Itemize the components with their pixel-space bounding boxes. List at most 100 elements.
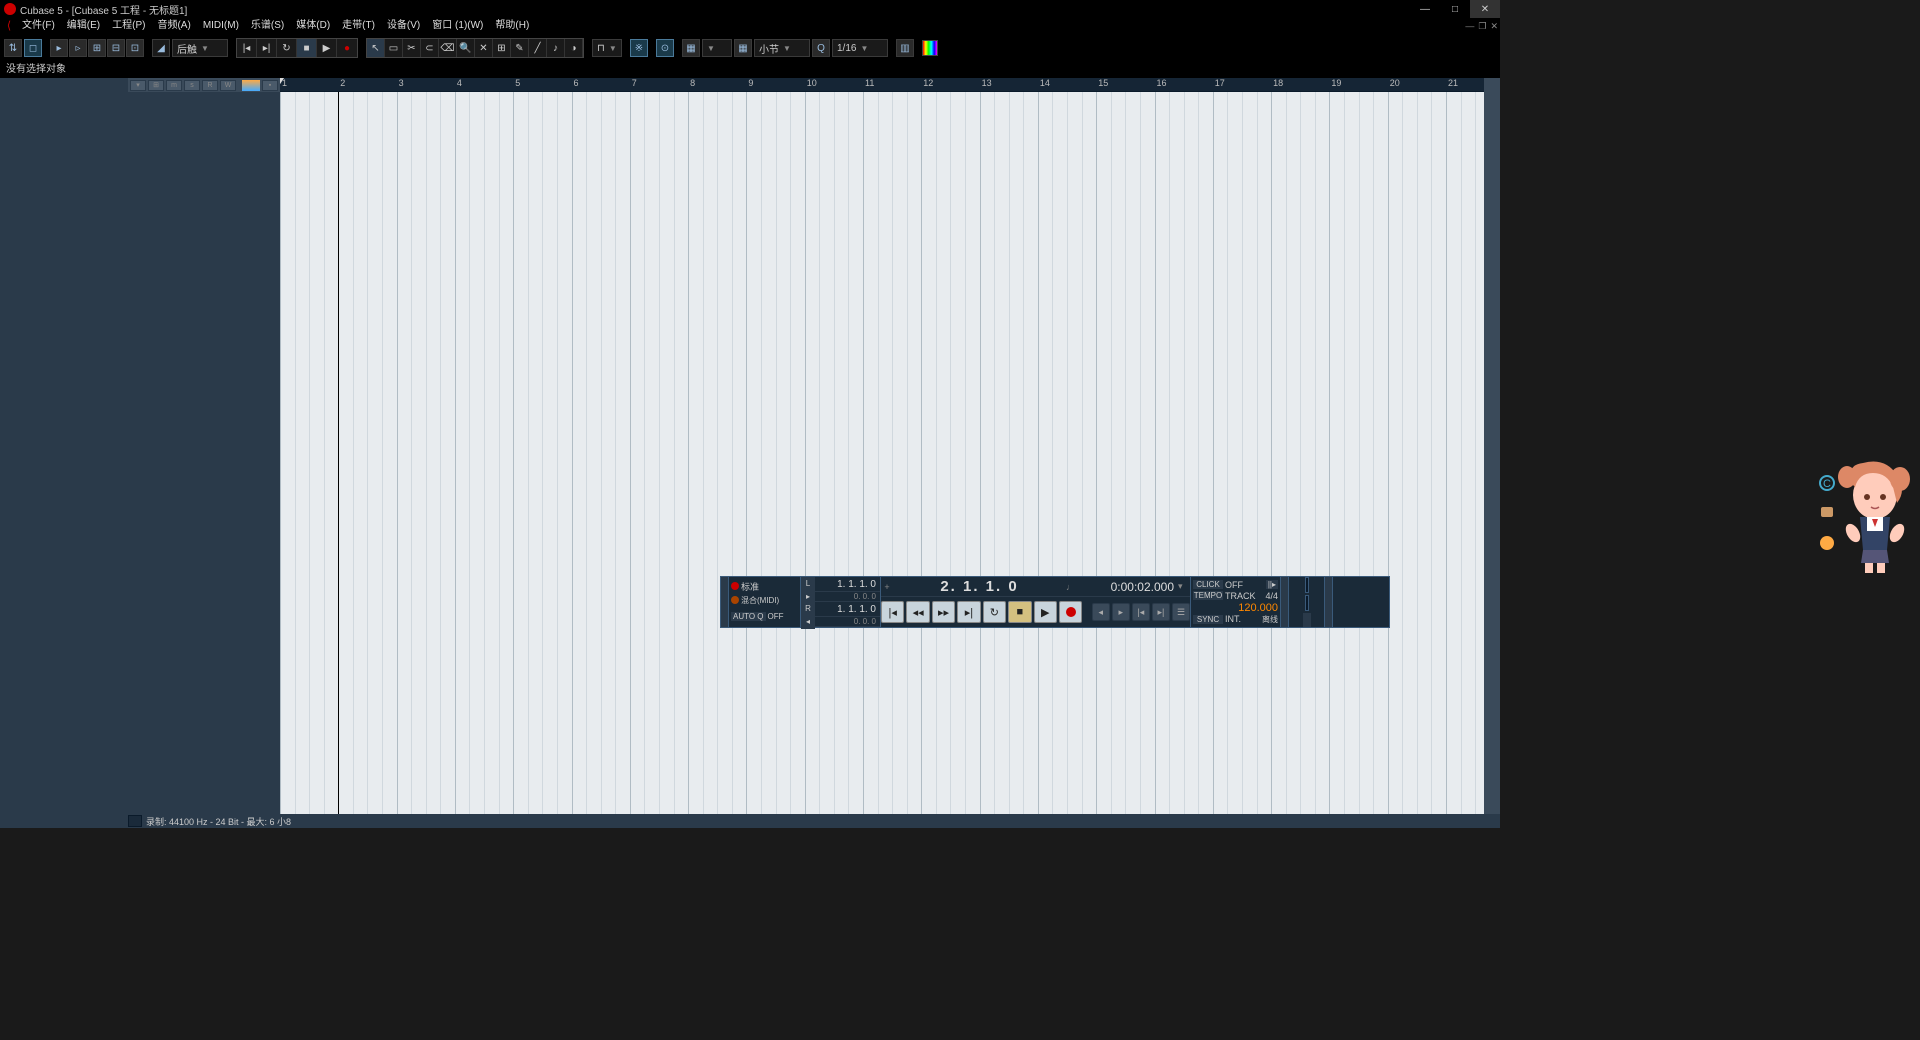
close-button[interactable]: ✕ (1470, 0, 1500, 18)
inspector-toggle[interactable]: ◻ (24, 39, 42, 57)
rec-mode1[interactable]: 标准 (741, 580, 759, 593)
position-display[interactable]: 2. 1. 1. 0 (893, 578, 1066, 595)
marker-next-button[interactable]: ▸ (1112, 603, 1130, 621)
arrange-area[interactable]: 12345678910111213141516171819202122 (280, 78, 1484, 814)
automation-mode-dropdown[interactable]: 后触 ▼ (172, 39, 228, 57)
auto-settings-button[interactable]: ⊡ (126, 39, 144, 57)
marker-l-button[interactable]: |◂ (1132, 603, 1150, 621)
goto-end-button[interactable]: ▸| (257, 39, 277, 57)
automation-panel-button[interactable]: ◢ (152, 39, 170, 57)
marker-show-button[interactable]: ☰ (1172, 603, 1190, 621)
stop-button[interactable]: ■ (1008, 601, 1031, 623)
menu-window[interactable]: 窗口 (1)(W) (426, 18, 489, 34)
transport-handle[interactable] (1325, 577, 1333, 627)
erase-tool[interactable]: ⌫ (439, 39, 457, 57)
snap-type-dropdown[interactable]: 小节 ▼ (754, 39, 810, 57)
vertical-scrollbar[interactable] (1484, 78, 1500, 814)
doc-close-icon[interactable]: ✕ (1490, 21, 1498, 32)
zoom-tool[interactable]: 🔍 (457, 39, 475, 57)
menu-midi[interactable]: MIDI(M) (197, 18, 245, 34)
color-tool[interactable]: ◑ (565, 39, 583, 57)
play-button[interactable]: ▶ (1034, 601, 1057, 623)
autoq-label[interactable]: AUTO Q (731, 612, 766, 621)
left-locator-value[interactable]: 1. 1. 1. 0 (815, 579, 880, 590)
punch-out-button[interactable]: ◂ (801, 615, 815, 629)
timewarp-tool[interactable]: ⊞ (493, 39, 511, 57)
track-header-m[interactable]: m (166, 80, 182, 91)
hscroll-left-button[interactable] (128, 815, 142, 827)
menu-project[interactable]: 工程(P) (106, 18, 151, 34)
arrange-grid[interactable] (280, 92, 1484, 814)
menu-file[interactable]: 文件(F) (16, 18, 61, 34)
menu-help[interactable]: 帮助(H) (489, 18, 535, 34)
constrain-button[interactable]: ⇅ (4, 39, 22, 57)
playback-cursor[interactable] (338, 92, 339, 814)
play-button[interactable]: ▶ (317, 39, 337, 57)
track-list[interactable]: ▾ ⊞ m s R W ▪ (128, 78, 280, 814)
split-tool[interactable]: ✂ (403, 39, 421, 57)
menu-media[interactable]: 媒体(D) (290, 18, 336, 34)
doc-minimize-icon[interactable]: — (1465, 21, 1474, 32)
sync-label[interactable]: SYNC (1193, 615, 1223, 624)
right-locator-value[interactable]: 1. 1. 1. 0 (815, 604, 880, 615)
transport-panel[interactable]: 标准 混合(MIDI) AUTO QOFF L1. 1. 1. 0 ▸0. 0.… (720, 576, 1390, 628)
track-color-block[interactable] (242, 80, 260, 91)
menu-transport[interactable]: 走带(T) (336, 18, 381, 34)
menu-score[interactable]: 乐谱(S) (245, 18, 290, 34)
cycle-button[interactable]: ↻ (277, 39, 297, 57)
auto-trim-button[interactable]: ⊟ (107, 39, 125, 57)
play-tool[interactable]: ♪ (547, 39, 565, 57)
menu-audio[interactable]: 音频(A) (151, 18, 196, 34)
snap-zero-button[interactable]: ⊙ (656, 39, 674, 57)
track-header-btn[interactable]: ▪ (262, 80, 278, 91)
transport-handle[interactable] (1281, 577, 1289, 627)
track-header-btn[interactable]: ▾ (130, 80, 146, 91)
snap-type-button[interactable]: ▦ (734, 39, 752, 57)
desktop-mascot[interactable]: C (1815, 455, 1910, 575)
tempo-value[interactable]: 120.000 (1193, 602, 1278, 614)
quantize-button[interactable]: Q (812, 39, 830, 57)
back-icon[interactable]: ⟨ (2, 19, 16, 33)
goto-start-button[interactable]: |◂ (881, 601, 904, 623)
auto-cross-button[interactable]: ⊞ (88, 39, 106, 57)
goto-end-button[interactable]: ▸| (957, 601, 980, 623)
master-fader[interactable] (1303, 613, 1311, 627)
range-tool[interactable]: ▭ (385, 39, 403, 57)
precount-button[interactable]: ||▸ (1266, 580, 1278, 589)
doc-restore-icon[interactable]: ❐ (1478, 21, 1486, 32)
click-label[interactable]: CLICK (1193, 580, 1223, 589)
forward-button[interactable]: ▸▸ (932, 601, 955, 623)
rec-mode2[interactable]: 混合(MIDI) (741, 595, 779, 606)
grid-type-button[interactable]: ▦ (682, 39, 700, 57)
locator-marker[interactable] (280, 78, 284, 84)
transport-handle[interactable] (721, 577, 729, 627)
nudge-dropdown[interactable]: ⊓ ▼ (592, 39, 622, 57)
track-header-w[interactable]: W (220, 80, 236, 91)
record-button[interactable]: ● (337, 39, 357, 57)
tempo-label[interactable]: TEMPO (1193, 591, 1223, 600)
timeline-ruler[interactable]: 12345678910111213141516171819202122 (280, 78, 1484, 92)
mute-tool[interactable]: ✕ (475, 39, 493, 57)
snap-toggle[interactable]: ※ (630, 39, 648, 57)
stop-button[interactable]: ■ (297, 39, 317, 57)
time-signature[interactable]: 4/4 (1258, 591, 1278, 601)
auto-read-button[interactable]: ▸ (50, 39, 68, 57)
arrow-tool[interactable]: ↖ (367, 39, 385, 57)
menu-edit[interactable]: 编辑(E) (61, 18, 106, 34)
time-display[interactable]: 0:00:02.000 (1078, 580, 1178, 594)
auto-write-button[interactable]: ▹ (69, 39, 87, 57)
color-palette-button[interactable] (922, 40, 938, 56)
quantize-dropdown[interactable]: 1/16 ▼ (832, 39, 888, 57)
draw-tool[interactable]: ✎ (511, 39, 529, 57)
minimize-button[interactable]: — (1410, 0, 1440, 18)
color-menu-button[interactable]: ▥ (896, 39, 914, 57)
rewind-button[interactable]: ◂◂ (906, 601, 929, 623)
maximize-button[interactable]: □ (1440, 0, 1470, 18)
track-header-s[interactable]: s (184, 80, 200, 91)
grid-type-dropdown[interactable]: ▼ (702, 39, 732, 57)
line-tool[interactable]: ╱ (529, 39, 547, 57)
record-button[interactable] (1059, 601, 1082, 623)
goto-start-button[interactable]: |◂ (237, 39, 257, 57)
tempo-mode[interactable]: TRACK (1225, 591, 1256, 601)
glue-tool[interactable]: ⊂ (421, 39, 439, 57)
